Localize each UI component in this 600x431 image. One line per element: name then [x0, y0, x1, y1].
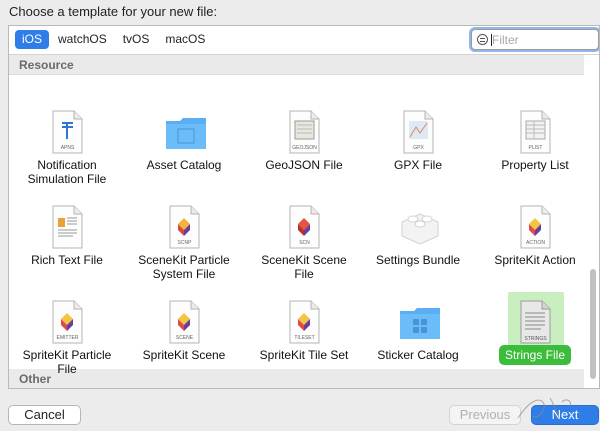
- strings-file-icon: STRINGS: [515, 299, 555, 345]
- template-label: Notification Simulation File: [27, 158, 107, 186]
- svg-text:ACTION: ACTION: [526, 240, 545, 246]
- lego-brick-icon: [398, 204, 439, 250]
- template-item[interactable]: Settings Bundle: [360, 200, 476, 294]
- template-item[interactable]: APNS Notification Simulation File: [9, 105, 125, 199]
- tileset-file-icon: TILESET: [284, 299, 324, 345]
- svg-text:TILESET: TILESET: [294, 335, 314, 341]
- tab-macos[interactable]: macOS: [158, 30, 212, 49]
- dialog-prompt: Choose a template for your new file:: [9, 4, 218, 19]
- platform-toolbar: iOS watchOS tvOS macOS: [9, 26, 599, 55]
- template-item[interactable]: ACTION SpriteKit Action: [477, 200, 593, 294]
- plist-file-icon: PLIST: [515, 109, 555, 155]
- template-item[interactable]: PLIST Property List: [477, 105, 593, 199]
- geojson-file-icon: GEOJSON: [284, 109, 324, 155]
- template-item[interactable]: GEOJSON GeoJSON File: [246, 105, 362, 199]
- next-button[interactable]: Next: [531, 405, 599, 425]
- svg-text:GEOJSON: GEOJSON: [292, 145, 317, 151]
- template-item[interactable]: STRINGS Strings File: [477, 292, 593, 388]
- template-label: SpriteKit Particle File: [22, 348, 112, 376]
- gpx-file-icon: GPX: [398, 109, 438, 155]
- template-label: GeoJSON File: [265, 158, 343, 172]
- template-item[interactable]: Asset Catalog: [126, 105, 242, 199]
- svg-text:SCENE: SCENE: [176, 335, 194, 341]
- template-item[interactable]: SCNP SceneKit Particle System File: [126, 200, 242, 294]
- template-label: SpriteKit Action: [494, 253, 576, 267]
- svg-text:SCN: SCN: [299, 240, 310, 246]
- template-label: Property List: [501, 158, 569, 172]
- filter-icon: [477, 34, 488, 45]
- svg-text:GPX: GPX: [413, 145, 424, 151]
- template-item[interactable]: EMITTER SpriteKit Particle File: [9, 295, 125, 388]
- template-label: Sticker Catalog: [377, 348, 459, 362]
- template-item[interactable]: GPX GPX File: [360, 105, 476, 199]
- template-chooser: iOS watchOS tvOS macOS Resource Other AP…: [8, 25, 600, 389]
- template-label: SceneKit Scene File: [261, 253, 347, 281]
- template-label: Settings Bundle: [375, 253, 461, 267]
- folder-icon: [164, 109, 206, 155]
- scene-file-icon: SCENE: [164, 299, 204, 345]
- svg-text:EMITTER: EMITTER: [57, 335, 79, 341]
- template-item[interactable]: SCENE SpriteKit Scene: [126, 295, 242, 388]
- template-label: SpriteKit Tile Set: [259, 348, 349, 362]
- apns-file-icon: APNS: [47, 109, 87, 155]
- sticker-folder-icon: [398, 299, 440, 345]
- filter-input[interactable]: [492, 32, 592, 47]
- rtf-file-icon: [47, 204, 87, 250]
- previous-button[interactable]: Previous: [449, 405, 521, 425]
- template-label: SpriteKit Scene: [142, 348, 226, 362]
- tab-ios[interactable]: iOS: [15, 30, 50, 49]
- platform-tabs: iOS watchOS tvOS macOS: [15, 30, 212, 49]
- emitter-file-icon: EMITTER: [47, 299, 87, 345]
- template-label: Rich Text File: [31, 253, 103, 267]
- tab-tvos[interactable]: tvOS: [116, 30, 157, 49]
- action-file-icon: ACTION: [515, 204, 555, 250]
- svg-text:APNS: APNS: [61, 145, 75, 151]
- template-label: GPX File: [393, 158, 442, 172]
- tab-watchos[interactable]: watchOS: [51, 30, 114, 49]
- template-label: SceneKit Particle System File: [138, 253, 230, 281]
- template-item[interactable]: SCN SceneKit Scene File: [246, 200, 362, 294]
- template-item[interactable]: Sticker Catalog: [360, 295, 476, 388]
- template-item[interactable]: TILESET SpriteKit Tile Set: [246, 295, 362, 388]
- template-grid: Resource Other APNS Notification Simulat…: [9, 55, 599, 388]
- template-label: Asset Catalog: [146, 158, 222, 172]
- template-label: Strings File: [477, 345, 593, 365]
- cancel-button[interactable]: Cancel: [8, 405, 81, 425]
- template-item[interactable]: Rich Text File: [9, 200, 125, 294]
- section-header-resource: Resource: [9, 55, 584, 75]
- svg-text:PLIST: PLIST: [529, 145, 543, 151]
- svg-text:SCNP: SCNP: [178, 240, 193, 246]
- svg-text:STRINGS: STRINGS: [524, 336, 547, 342]
- filter-field[interactable]: [471, 29, 599, 50]
- scnp-file-icon: SCNP: [164, 204, 204, 250]
- scn-file-icon: SCN: [284, 204, 324, 250]
